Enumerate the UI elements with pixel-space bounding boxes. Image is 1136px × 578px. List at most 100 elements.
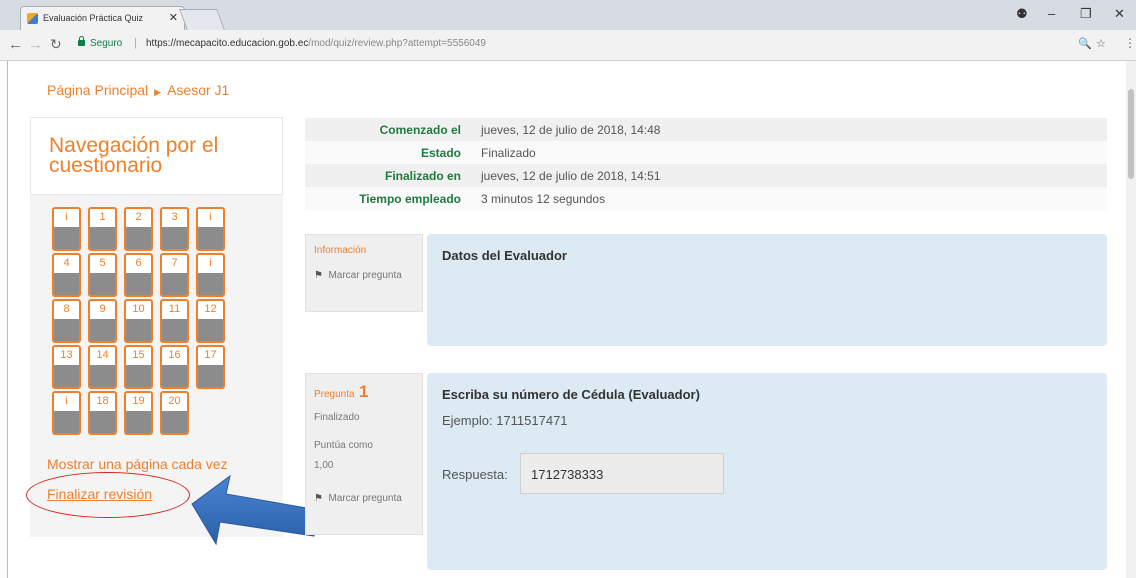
summary-value: jueves, 12 de julio de 2018, 14:51 (481, 169, 661, 183)
question-nav-number: 14 (96, 349, 109, 361)
question-nav-number: i (65, 395, 68, 407)
breadcrumb-current-link[interactable]: Asesor J1 (167, 82, 229, 98)
show-one-page-link[interactable]: Mostrar una página cada vez (47, 456, 228, 472)
viewport-edge (7, 61, 8, 578)
summary-row: Tiempo empleado 3 minutos 12 segundos (305, 187, 1107, 210)
page-scrollbar[interactable] (1126, 61, 1136, 578)
question-nav-number: i (209, 257, 212, 269)
summary-label: Estado (420, 146, 461, 160)
account-icon[interactable]: ⚉ (1016, 6, 1028, 22)
minimize-icon[interactable]: – (1048, 6, 1055, 21)
question-example: Ejemplo: 1711517471 (442, 413, 568, 428)
question-state-fill (90, 273, 115, 295)
question-nav-button[interactable]: 17 (196, 345, 225, 389)
question-number: 1 (359, 382, 369, 401)
summary-label: Tiempo empleado (359, 192, 461, 206)
question-nav-number: 12 (204, 303, 217, 315)
window-close-icon[interactable]: ✕ (1114, 6, 1125, 22)
question-nav-button[interactable]: 1 (88, 207, 117, 251)
question-nav-number: 11 (168, 303, 181, 315)
url-path: /mod/quiz/review.php?attempt=5556049 (308, 38, 486, 49)
browser-tab[interactable]: Evaluación Práctica Quiz ✕ (20, 6, 185, 30)
url-text: https://mecapacito.educacion.gob.ec/mod/… (146, 38, 486, 49)
zoom-icon[interactable]: 🔍 (1078, 37, 1092, 50)
question-nav-button[interactable]: 13 (52, 345, 81, 389)
question-nav-button[interactable]: 16 (160, 345, 189, 389)
tab-title: Evaluación Práctica Quiz (43, 13, 144, 23)
question-state-fill (90, 411, 115, 433)
question-nav-button[interactable]: 18 (88, 391, 117, 435)
question-nav-button[interactable]: 2 (124, 207, 153, 251)
breadcrumb-home-link[interactable]: Página Principal (47, 82, 148, 98)
url-divider: | (134, 37, 137, 49)
forward-icon[interactable]: → (28, 36, 43, 53)
summary-value: 3 minutos 12 segundos (481, 192, 606, 206)
question-nav-button[interactable]: 3 (160, 207, 189, 251)
question-state-fill (54, 273, 79, 295)
new-tab-button[interactable] (179, 9, 225, 30)
question-nav-button[interactable]: 14 (88, 345, 117, 389)
question-nav-button[interactable]: 7 (160, 253, 189, 297)
question-state-fill (162, 227, 187, 249)
bookmark-star-icon[interactable]: ☆ (1096, 37, 1106, 50)
question-nav-button[interactable]: i (52, 207, 81, 251)
question-status: Finalizado (314, 412, 360, 423)
question-1-meta: Pregunta 1 Finalizado Puntúa como 1,00 ⚑… (305, 373, 423, 535)
question-state-fill (54, 319, 79, 341)
back-icon[interactable]: ← (8, 36, 23, 53)
question-nav-button[interactable]: 10 (124, 299, 153, 343)
question-nav-number: 8 (63, 303, 70, 315)
question-state-fill (90, 227, 115, 249)
quiz-navigation-title: Navegación por el cuestionario (49, 134, 219, 177)
question-nav-button[interactable]: 19 (124, 391, 153, 435)
question-nav-number: 17 (204, 349, 217, 361)
answer-label: Respuesta: (442, 467, 508, 482)
question-nav-button[interactable]: i (52, 391, 81, 435)
question-state-fill (126, 227, 151, 249)
question-nav-button[interactable]: i (196, 207, 225, 251)
info-content: Datos del Evaluador (427, 234, 1107, 346)
scrollbar-thumb[interactable] (1128, 89, 1134, 179)
question-nav-button[interactable]: 5 (88, 253, 117, 297)
summary-row: Finalizado en jueves, 12 de julio de 2018… (305, 164, 1107, 187)
maximize-icon[interactable]: ❐ (1080, 6, 1092, 22)
question-state-fill (198, 365, 223, 387)
tab-close-icon[interactable]: ✕ (169, 11, 178, 24)
question-nav-button[interactable]: 8 (52, 299, 81, 343)
reload-icon[interactable]: ↻ (50, 36, 62, 53)
question-nav-button[interactable]: 11 (160, 299, 189, 343)
question-nav-button[interactable]: 20 (160, 391, 189, 435)
summary-value: jueves, 12 de julio de 2018, 14:48 (481, 123, 661, 137)
info-label: Información (314, 245, 367, 256)
question-state-fill (90, 319, 115, 341)
question-score-label: Puntúa como (314, 440, 373, 451)
question-nav-button[interactable]: 15 (124, 345, 153, 389)
question-state-fill (162, 411, 187, 433)
question-nav-button[interactable]: 12 (196, 299, 225, 343)
question-nav-button[interactable]: 4 (52, 253, 81, 297)
question-nav-number: 1 (99, 211, 106, 223)
question-nav-button[interactable]: 6 (124, 253, 153, 297)
info-title: Datos del Evaluador (442, 248, 567, 263)
question-flag-link[interactable]: ⚑ Marcar pregunta (314, 488, 414, 508)
answer-field[interactable]: 1712738333 (520, 453, 724, 494)
question-state-fill (54, 227, 79, 249)
quiz-navigation-header: Navegación por el cuestionario (30, 117, 283, 195)
browser-tab-bar: Evaluación Práctica Quiz ✕ ⚉ – ❐ ✕ (0, 0, 1136, 30)
question-nav-number: i (209, 211, 212, 223)
question-nav-button[interactable]: 9 (88, 299, 117, 343)
question-nav-button[interactable]: i (196, 253, 225, 297)
question-state-fill (198, 227, 223, 249)
question-nav-number: 6 (135, 257, 142, 269)
question-nav-number: 20 (168, 395, 181, 407)
summary-row: Comenzado el jueves, 12 de julio de 2018,… (305, 118, 1107, 141)
question-nav-number: 5 (99, 257, 106, 269)
info-flag-link[interactable]: ⚑ Marcar pregunta (314, 265, 414, 285)
question-state-fill (90, 365, 115, 387)
question-nav-number: 10 (132, 303, 145, 315)
question-state-fill (126, 411, 151, 433)
info-question-meta: Información ⚑ Marcar pregunta (305, 234, 423, 312)
address-bar[interactable]: Seguro | https://mecapacito.educacion.go… (70, 33, 1110, 57)
highlight-ellipse (26, 472, 190, 518)
menu-icon[interactable]: ⋮ (1124, 36, 1136, 50)
